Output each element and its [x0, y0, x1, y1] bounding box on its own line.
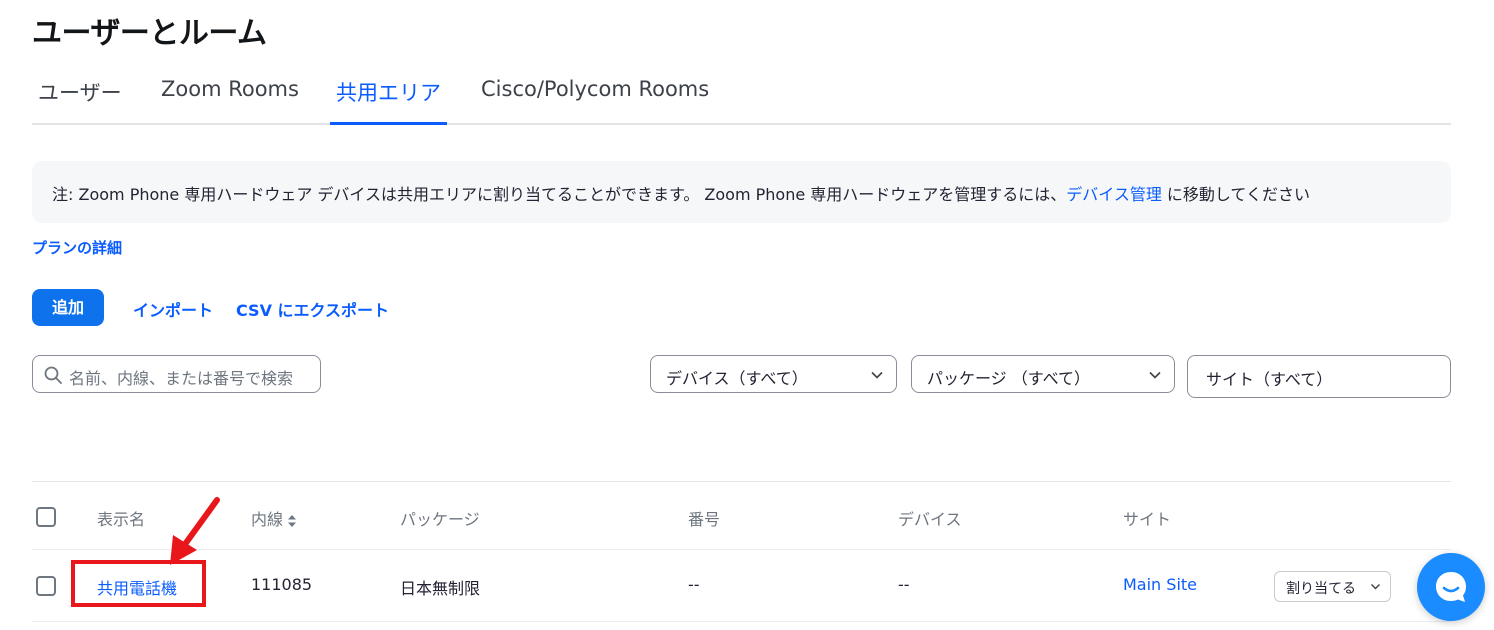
column-header-number: 番号	[688, 510, 721, 529]
device-cell: --	[898, 575, 910, 594]
notice-text-end: に移動してください	[1161, 185, 1310, 204]
chevron-down-icon	[871, 371, 883, 379]
sort-icon	[288, 514, 297, 527]
search-input[interactable]: 名前、内線、または番号で検索	[32, 355, 321, 393]
tab-common-area[interactable]: 共用エリア	[330, 70, 447, 125]
assign-dropdown-button[interactable]: 割り当てる	[1274, 571, 1391, 602]
annotation-arrow-icon	[170, 497, 220, 565]
search-placeholder: 名前、内線、または番号で検索	[69, 369, 294, 388]
export-csv-link[interactable]: CSV にエクスポート	[236, 297, 389, 321]
plan-details-link[interactable]: プランの詳細	[32, 237, 122, 258]
device-filter-dropdown[interactable]: デバイス（すべて）	[650, 355, 897, 393]
table-top-divider	[32, 481, 1451, 482]
row-divider	[32, 549, 1451, 550]
column-header-device: デバイス	[898, 510, 962, 529]
column-header-display-name: 表示名	[97, 510, 146, 529]
assign-button-label: 割り当てる	[1286, 581, 1356, 597]
column-header-extension-label: 内線	[251, 510, 284, 529]
extension-cell: 111085	[251, 575, 313, 594]
site-filter-label: サイト（すべて）	[1206, 370, 1333, 389]
notice-text: 注: Zoom Phone 専用ハードウェア デバイスは共用エリアに割り当てるこ…	[52, 185, 1067, 204]
tab-cisco-polycom-rooms[interactable]: Cisco/Polycom Rooms	[481, 70, 709, 125]
tab-bar: ユーザー Zoom Rooms 共用エリア Cisco/Polycom Room…	[32, 70, 1451, 125]
package-cell: 日本無制限	[400, 579, 481, 598]
site-filter-dropdown[interactable]: サイト（すべて）	[1187, 355, 1451, 398]
row-divider	[32, 621, 1451, 622]
chevron-down-icon	[1149, 371, 1161, 379]
chevron-down-icon	[1371, 584, 1380, 590]
select-all-checkbox[interactable]	[36, 507, 56, 527]
package-filter-dropdown[interactable]: パッケージ （すべて）	[911, 355, 1175, 393]
info-notice: 注: Zoom Phone 専用ハードウェア デバイスは共用エリアに割り当てるこ…	[32, 161, 1451, 223]
page: ユーザーとルーム ユーザー Zoom Rooms 共用エリア Cisco/Pol…	[0, 0, 1494, 630]
search-icon	[44, 366, 62, 384]
package-filter-label: パッケージ （すべて）	[927, 369, 1091, 388]
device-filter-label: デバイス（すべて）	[666, 369, 808, 388]
device-management-link[interactable]: デバイス管理	[1066, 185, 1162, 204]
add-button[interactable]: 追加	[32, 289, 104, 326]
tab-zoom-rooms[interactable]: Zoom Rooms	[161, 70, 299, 125]
site-link[interactable]: Main Site	[1123, 575, 1197, 594]
number-cell: --	[688, 575, 700, 594]
page-title: ユーザーとルーム	[32, 16, 267, 51]
import-link[interactable]: インポート	[133, 297, 213, 321]
chat-icon	[1436, 572, 1466, 602]
column-header-site: サイト	[1123, 510, 1172, 529]
row-checkbox[interactable]	[36, 576, 56, 596]
column-header-extension[interactable]: 内線	[251, 506, 297, 530]
column-header-package: パッケージ	[400, 510, 480, 529]
chat-support-button[interactable]	[1417, 553, 1485, 621]
tab-users[interactable]: ユーザー	[38, 70, 122, 125]
